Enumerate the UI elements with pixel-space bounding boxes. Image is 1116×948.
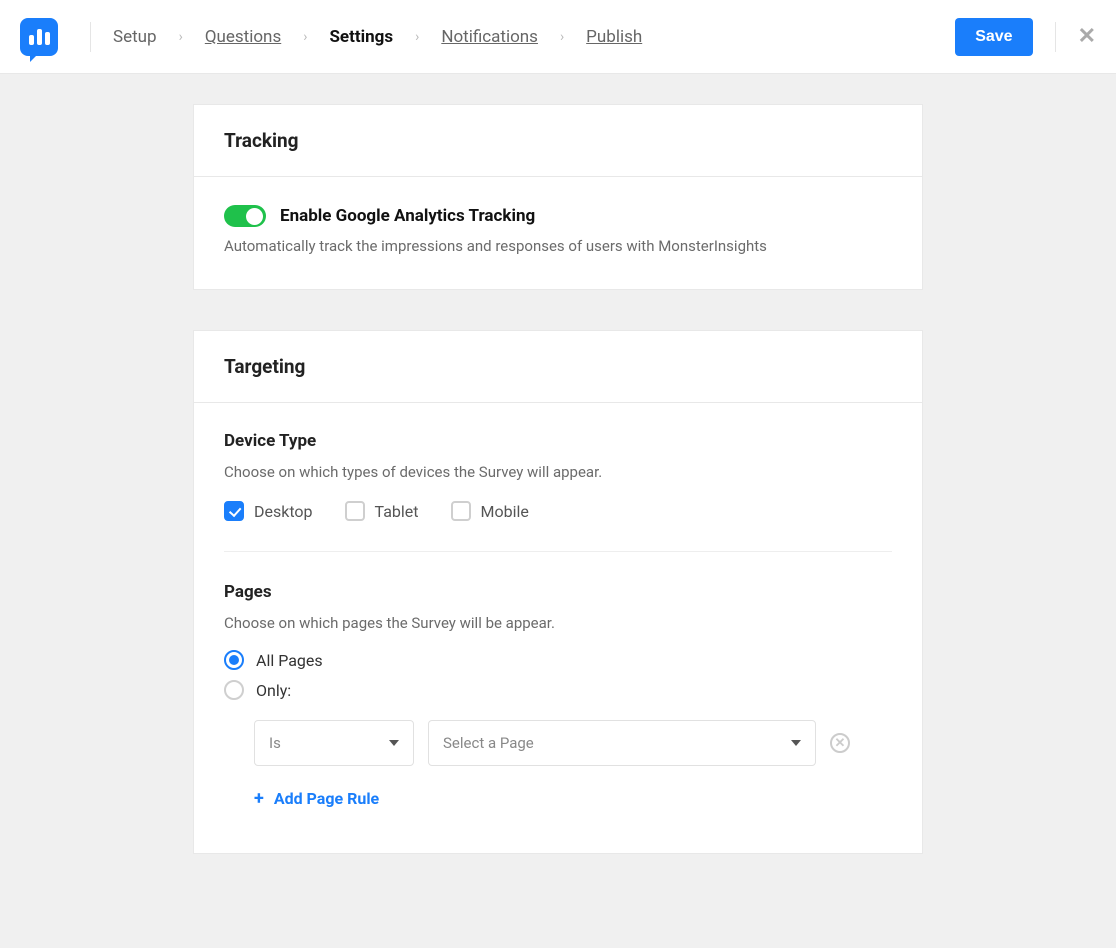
checkbox-icon <box>345 501 365 521</box>
plus-icon: + <box>254 788 264 809</box>
crumb-notifications[interactable]: Notifications <box>441 27 538 47</box>
bar-chart-icon <box>29 29 50 45</box>
pages-description: Choose on which pages the Survey will be… <box>224 614 892 632</box>
device-option-desktop[interactable]: Desktop <box>224 501 313 521</box>
enable-ga-tracking-label: Enable Google Analytics Tracking <box>280 206 535 226</box>
radio-label: Only: <box>256 681 291 700</box>
radio-icon <box>224 680 244 700</box>
pages-title: Pages <box>224 582 892 602</box>
remove-rule-button[interactable]: ✕ <box>830 733 850 753</box>
caret-down-icon <box>389 740 399 746</box>
checkbox-icon <box>451 501 471 521</box>
device-option-mobile[interactable]: Mobile <box>451 501 529 521</box>
close-icon[interactable]: ✕ <box>1078 26 1096 48</box>
chevron-right-icon: › <box>560 29 564 45</box>
crumb-setup[interactable]: Setup <box>113 27 157 47</box>
breadcrumb-nav: Setup › Questions › Settings › Notificat… <box>113 27 955 47</box>
save-button[interactable]: Save <box>955 18 1032 56</box>
tracking-description: Automatically track the impressions and … <box>224 237 892 255</box>
radio-label: All Pages <box>256 651 323 670</box>
chevron-right-icon: › <box>415 29 419 45</box>
header-bar: Setup › Questions › Settings › Notificat… <box>0 0 1116 74</box>
select-value: Is <box>269 734 281 752</box>
pages-radio-all[interactable]: All Pages <box>224 650 892 670</box>
radio-icon <box>224 650 244 670</box>
caret-down-icon <box>791 740 801 746</box>
pages-section: Pages Choose on which pages the Survey w… <box>224 582 892 809</box>
crumb-settings[interactable]: Settings <box>329 27 393 47</box>
chevron-right-icon: › <box>303 29 307 45</box>
pages-radio-only[interactable]: Only: <box>224 680 892 700</box>
section-divider <box>224 551 892 552</box>
panel-title-targeting: Targeting <box>194 331 922 403</box>
device-type-section: Device Type Choose on which types of dev… <box>224 431 892 521</box>
separator <box>90 22 91 52</box>
main-content: Tracking Enable Google Analytics Trackin… <box>193 104 923 854</box>
panel-title-tracking: Tracking <box>194 105 922 177</box>
app-logo[interactable] <box>20 18 58 56</box>
add-page-rule-button[interactable]: + Add Page Rule <box>254 788 892 809</box>
tracking-panel: Tracking Enable Google Analytics Trackin… <box>193 104 923 290</box>
checkbox-label: Tablet <box>375 502 419 521</box>
device-type-description: Choose on which types of devices the Sur… <box>224 463 892 481</box>
checkbox-label: Desktop <box>254 502 313 521</box>
page-rule-row: Is Select a Page ✕ <box>254 720 892 766</box>
device-type-title: Device Type <box>224 431 892 451</box>
add-page-rule-label: Add Page Rule <box>274 789 379 808</box>
chevron-right-icon: › <box>179 29 183 45</box>
separator <box>1055 22 1056 52</box>
rule-condition-select[interactable]: Is <box>254 720 414 766</box>
checkbox-label: Mobile <box>481 502 529 521</box>
targeting-panel: Targeting Device Type Choose on which ty… <box>193 330 923 854</box>
rule-page-select[interactable]: Select a Page <box>428 720 816 766</box>
select-placeholder: Select a Page <box>443 734 534 752</box>
crumb-publish[interactable]: Publish <box>586 27 642 47</box>
checkbox-icon <box>224 501 244 521</box>
crumb-questions[interactable]: Questions <box>205 27 281 47</box>
device-option-tablet[interactable]: Tablet <box>345 501 419 521</box>
enable-ga-tracking-toggle[interactable] <box>224 205 266 227</box>
